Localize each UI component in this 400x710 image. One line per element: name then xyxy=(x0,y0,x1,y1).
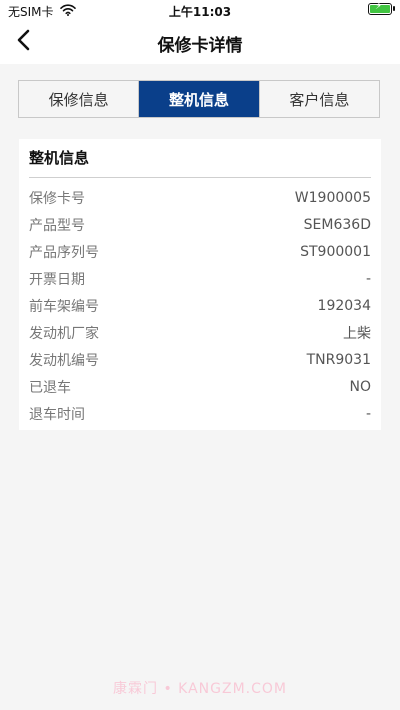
card-title: 整机信息 xyxy=(29,139,371,178)
status-time: 上午11:03 xyxy=(168,5,232,19)
status-bar: 无SIM卡 上午11:03 ⚡ xyxy=(0,0,400,20)
info-label: 退车时间 xyxy=(29,406,85,423)
info-value: NO xyxy=(349,378,372,395)
info-label: 发动机厂家 xyxy=(29,325,99,342)
info-value: - xyxy=(365,405,371,422)
info-label: 前车架编号 xyxy=(29,298,99,315)
battery-charging-icon: ⚡ xyxy=(368,1,395,15)
info-label: 保修卡号 xyxy=(29,190,85,207)
tab-customer-info[interactable]: 客户信息 xyxy=(260,81,379,117)
screen: 无SIM卡 上午11:03 ⚡ 保修卡详情 保修信息 整机信息 客户信息 整机信… xyxy=(0,0,400,710)
tab-label: 客户信息 xyxy=(289,90,350,109)
info-label: 发动机编号 xyxy=(29,352,99,369)
info-value: ST900001 xyxy=(300,243,371,260)
info-label: 已退车 xyxy=(29,379,71,396)
info-value: 上柴 xyxy=(343,325,371,342)
info-row-product-model: 产品型号 SEM636D xyxy=(29,211,371,238)
tab-label: 整机信息 xyxy=(168,90,229,109)
tab-warranty-info[interactable]: 保修信息 xyxy=(19,81,140,117)
info-row-engine-manufacturer: 发动机厂家 上柴 xyxy=(29,319,371,346)
watermark: 康霖门 • KANGZM.COM xyxy=(113,681,287,697)
info-value: W1900005 xyxy=(294,189,371,206)
tab-machine-info[interactable]: 整机信息 xyxy=(139,81,260,117)
info-row-warranty-card-number: 保修卡号 W1900005 xyxy=(29,184,371,211)
info-row-product-serial: 产品序列号 ST900001 xyxy=(29,238,371,265)
info-label: 产品序列号 xyxy=(29,244,99,261)
info-row-returned: 已退车 NO xyxy=(29,373,371,400)
info-value: TNR9031 xyxy=(306,351,371,368)
charging-bolt-icon: ⚡ xyxy=(375,1,383,12)
page-title: 保修卡详情 xyxy=(157,36,243,56)
info-row-return-time: 退车时间 - xyxy=(29,400,371,427)
info-row-engine-number: 发动机编号 TNR9031 xyxy=(29,346,371,373)
info-label: 开票日期 xyxy=(29,271,85,288)
info-tabs: 保修信息 整机信息 客户信息 xyxy=(18,80,380,118)
info-value: 192034 xyxy=(317,297,371,314)
machine-info-card: 整机信息 保修卡号 W1900005 产品型号 SEM636D 产品序列号 ST… xyxy=(19,139,381,430)
info-row-front-frame-number: 前车架编号 192034 xyxy=(29,292,371,319)
info-row-invoice-date: 开票日期 - xyxy=(29,265,371,292)
status-right: ⚡ xyxy=(368,1,395,18)
info-value: - xyxy=(365,270,371,287)
info-label: 产品型号 xyxy=(29,217,85,234)
info-value: SEM636D xyxy=(303,216,371,233)
navigation-bar: 保修卡详情 xyxy=(0,20,400,64)
tab-label: 保修信息 xyxy=(48,90,109,109)
